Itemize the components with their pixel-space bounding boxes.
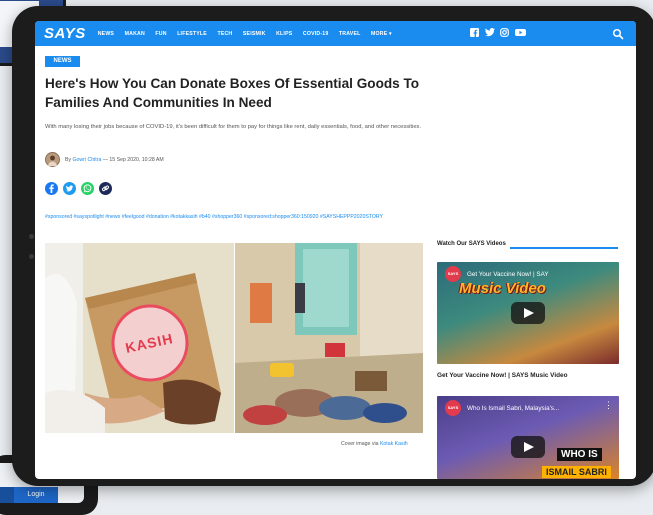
play-button-icon[interactable] (511, 436, 545, 458)
caption-source-link[interactable]: Kotak Kasih (380, 441, 408, 447)
twitter-share-icon[interactable] (63, 182, 76, 195)
nav-item-more[interactable]: MORE ▾ (371, 31, 392, 37)
tablet-frame: SAYS NEWS MAKAN FUN LIFESTYLE TECH SEISM… (12, 6, 653, 486)
name-strip: ISMAIL SABRI (542, 466, 611, 478)
nav-item-travel[interactable]: TRAVEL (339, 31, 361, 37)
caption-prefix: Cover image via (341, 441, 379, 447)
background-login-button: Login (14, 487, 58, 503)
category-tag[interactable]: NEWS (45, 56, 80, 67)
nav-item-klips[interactable]: KLIPS (276, 31, 292, 37)
video-overlay-title: Get Your Vaccine Now! | SAY (467, 271, 549, 278)
social-links (470, 28, 530, 37)
publish-date: — 15 Sep 2020, 10:28 AM (102, 156, 164, 163)
facebook-icon[interactable] (470, 28, 479, 37)
nav-item-lifestyle[interactable]: LIFESTYLE (177, 31, 207, 37)
facebook-share-icon[interactable] (45, 182, 58, 195)
sidebar-heading-rule (510, 247, 618, 249)
byline: By Gowri Chitra — 15 Sep 2020, 10:28 AM (45, 152, 164, 167)
who-is-label: WHO IS (557, 448, 602, 461)
nav-item-covid-19[interactable]: COVID-19 (303, 31, 329, 37)
byline-text: By Gowri Chitra — 15 Sep 2020, 10:28 AM (65, 157, 164, 163)
more-options-icon[interactable]: ⋮ (604, 401, 613, 410)
author-avatar[interactable] (45, 152, 60, 167)
author-link[interactable]: Gowri Chitra (73, 157, 102, 163)
play-button-icon[interactable] (511, 302, 545, 324)
link-share-icon[interactable] (99, 182, 112, 195)
twitter-icon[interactable] (485, 28, 495, 37)
top-navigation-bar: SAYS NEWS MAKAN FUN LIFESTYLE TECH SEISM… (35, 21, 636, 46)
hashtag-list[interactable]: #sponsored #sayspotlight #news #feelgood… (45, 213, 405, 223)
nav-item-seismik[interactable]: SEISMIK (243, 31, 266, 37)
instagram-icon[interactable] (500, 28, 509, 37)
whatsapp-share-icon[interactable] (81, 182, 94, 195)
cover-image-caption: Cover image via Kotak Kasih (341, 441, 408, 447)
nav-item-makan[interactable]: MAKAN (125, 31, 145, 37)
video-caption[interactable]: Get Your Vaccine Now! | SAYS Music Video (437, 372, 567, 379)
nav-item-tech[interactable]: TECH (217, 31, 232, 37)
video-overlay-title: Who Is Ismail Sabri, Malaysia's... (467, 405, 560, 412)
nav-item-news[interactable]: NEWS (98, 31, 114, 37)
cover-image-room (235, 243, 423, 433)
nav-item-fun[interactable]: FUN (155, 31, 166, 37)
channel-avatar: SAYS (445, 400, 461, 416)
background-login-left (0, 487, 14, 503)
music-video-banner: Music Video (459, 280, 546, 297)
article-title: Here's How You Can Donate Boxes Of Essen… (45, 76, 420, 110)
youtube-icon[interactable] (515, 28, 526, 37)
sidebar-heading: Watch Our SAYS Videos (437, 241, 506, 247)
video-thumbnail-vaccine[interactable]: SAYS Get Your Vaccine Now! | SAY Music V… (437, 262, 619, 364)
browser-screen: SAYS NEWS MAKAN FUN LIFESTYLE TECH SEISM… (35, 21, 636, 479)
tablet-sensor-dot (29, 254, 34, 259)
cover-image-donation-box: KASIH (45, 243, 234, 433)
video-thumbnail-ismail-sabri[interactable]: SAYS Who Is Ismail Sabri, Malaysia's... … (437, 396, 619, 479)
search-icon[interactable] (612, 27, 624, 40)
says-logo[interactable]: SAYS (44, 25, 86, 42)
nav-menu: NEWS MAKAN FUN LIFESTYLE TECH SEISMIK KL… (98, 31, 403, 37)
tablet-camera-dot (29, 234, 34, 239)
share-buttons (45, 182, 117, 195)
byline-prefix: By (65, 156, 72, 163)
article-summary: With many losing their jobs because of C… (45, 124, 422, 130)
